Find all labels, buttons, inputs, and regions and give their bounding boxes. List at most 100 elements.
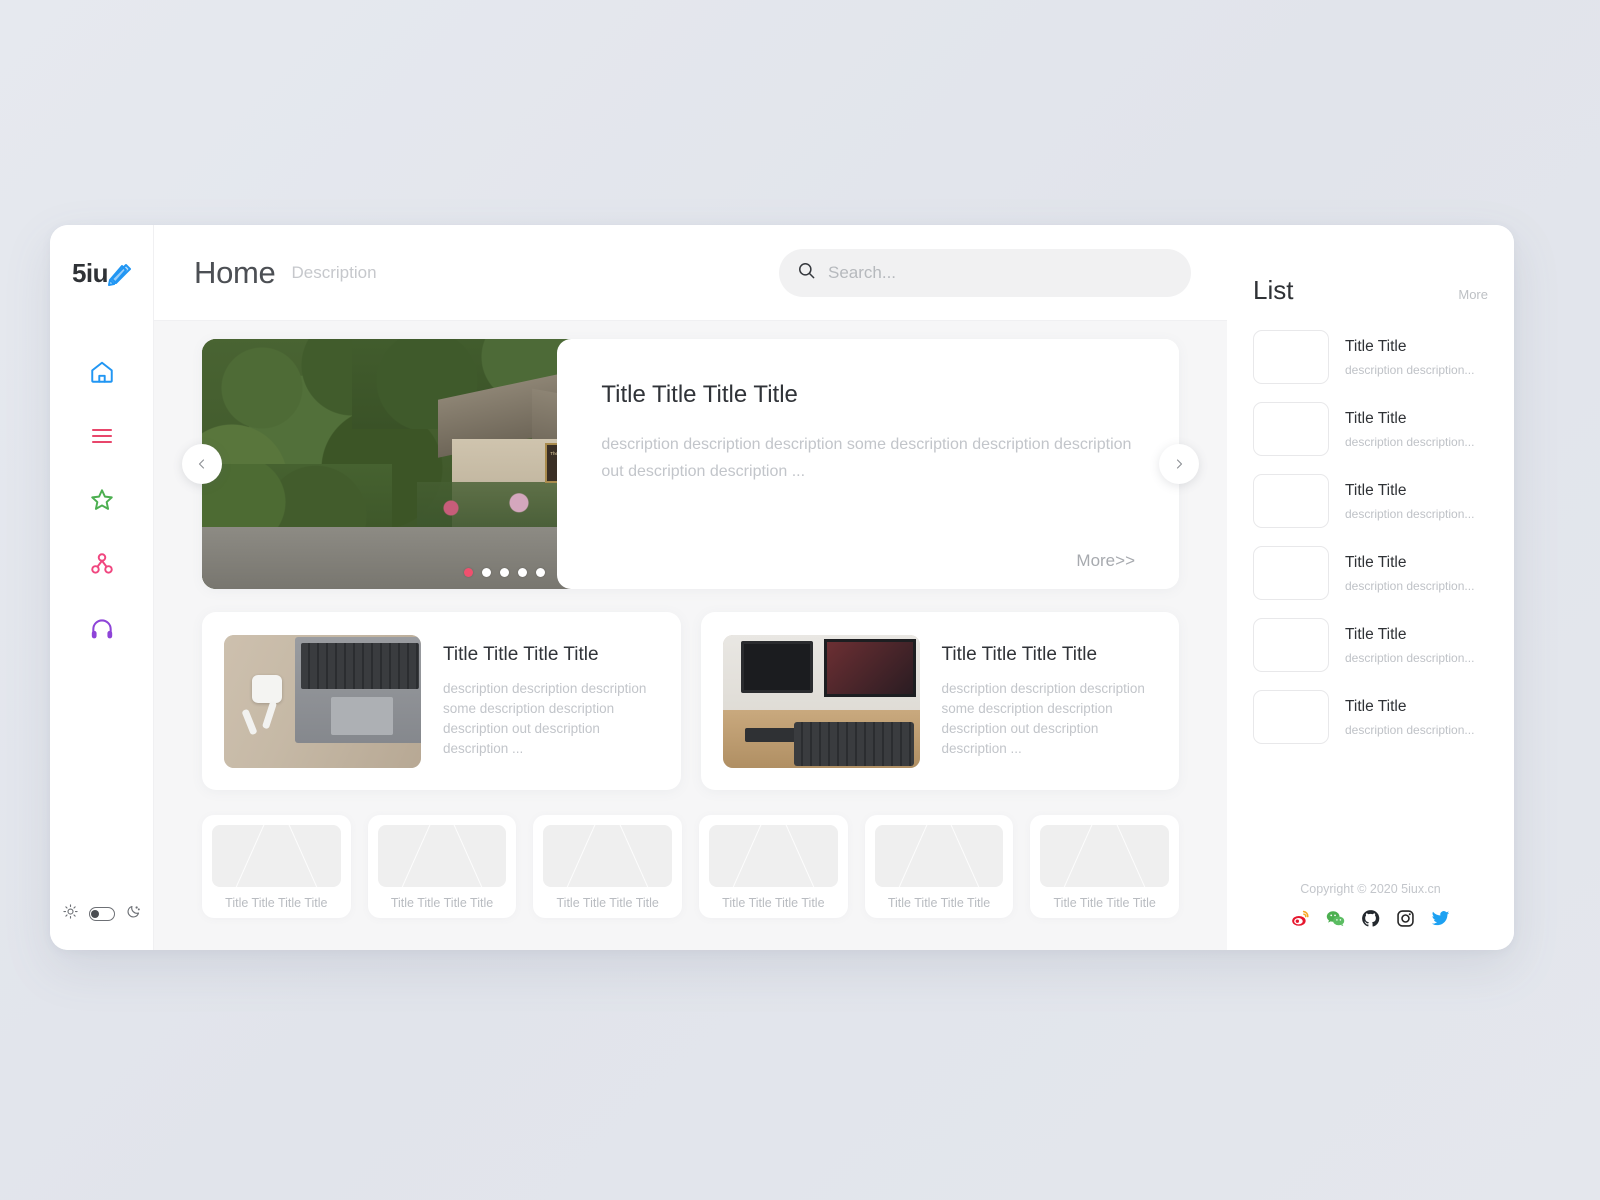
chevron-right-icon xyxy=(1176,459,1183,469)
list-item[interactable]: Title Title description description... xyxy=(1253,402,1488,456)
carousel-next-button[interactable] xyxy=(1159,444,1199,484)
moon-icon[interactable] xyxy=(126,904,141,924)
panel-footer: Copyright © 2020 5iux.cn xyxy=(1253,882,1488,928)
feature-card[interactable]: Title Title Title Title description desc… xyxy=(202,612,681,790)
thumbnail-label: Title Title Title Title xyxy=(390,896,494,910)
sidebar-nav xyxy=(50,357,153,643)
page-subtitle: Description xyxy=(291,262,377,282)
list-item[interactable]: Title Title description description... xyxy=(1253,546,1488,600)
carousel-dot[interactable] xyxy=(464,568,473,577)
hero-card: Title Title Title Title description desc… xyxy=(557,339,1179,589)
theme-toggle-knob xyxy=(91,909,99,918)
image-placeholder-icon xyxy=(1040,825,1170,887)
feature-title: Title Title Title Title xyxy=(941,643,1098,665)
share-icon xyxy=(90,553,113,574)
image-placeholder-icon xyxy=(377,825,507,887)
list-item-thumbnail xyxy=(1253,402,1329,456)
search-input[interactable] xyxy=(828,262,1173,283)
hero-image[interactable]: The Old Post Office xyxy=(202,339,606,589)
carousel-dot[interactable] xyxy=(518,568,527,577)
list-item[interactable]: Title Title description description... xyxy=(1253,330,1488,384)
thumbnail-label: Title Title Title Title xyxy=(1053,896,1156,910)
twitter-icon[interactable] xyxy=(1431,909,1450,928)
github-icon[interactable] xyxy=(1361,909,1380,928)
list-item-description: description description... xyxy=(1345,362,1475,377)
carousel-dot[interactable] xyxy=(482,568,491,577)
thumbnail-card[interactable]: Title Title Title Title xyxy=(1030,815,1180,918)
theme-toggle[interactable] xyxy=(62,904,141,924)
list-item-title: Title Title xyxy=(1345,409,1407,427)
main-column: Home Description Search... The Title Tit… xyxy=(154,225,1227,950)
list-item[interactable]: Title Title description description... xyxy=(1253,690,1488,744)
wechat-icon[interactable] xyxy=(1326,909,1345,928)
page-title: Home xyxy=(194,254,276,290)
list-item-description: description description... xyxy=(1345,434,1475,449)
thumbnail-label: Title Title Title Title xyxy=(556,896,659,910)
thumbnail-label: Title Title Title Title xyxy=(225,896,328,910)
social-links xyxy=(1253,909,1488,928)
thumbnail-grid: Title Title Title Title Title Title Titl… xyxy=(202,815,1180,918)
carousel-dot[interactable] xyxy=(500,568,509,577)
hero-carousel: The Old Post Office Title Title Title Ti… xyxy=(182,339,1199,589)
list-item-title: Title Title xyxy=(1345,553,1407,571)
hero-title: Title Title Title Title xyxy=(601,381,798,408)
list-item-title: Title Title xyxy=(1345,337,1407,355)
content-area: The Old Post Office Title Title Title Ti… xyxy=(154,321,1227,950)
theme-toggle-switch[interactable] xyxy=(88,907,115,921)
sidebar: 5iu xyxy=(50,225,154,950)
image-placeholder-icon xyxy=(212,825,341,887)
feature-image xyxy=(224,634,421,768)
carousel-prev-button[interactable] xyxy=(182,444,222,484)
list-item-thumbnail xyxy=(1253,618,1329,672)
thumbnail-card[interactable]: Title Title Title Title xyxy=(699,815,848,918)
sidebar-item-share[interactable] xyxy=(80,549,124,579)
thumbnail-label: Title Title Title Title xyxy=(887,896,991,910)
carousel-dots xyxy=(464,568,545,577)
feature-card-row: Title Title Title Title description desc… xyxy=(202,612,1179,790)
carousel-dot[interactable] xyxy=(536,568,545,577)
image-placeholder-icon xyxy=(543,825,673,887)
list-item[interactable]: Title Title description description... xyxy=(1253,474,1488,528)
brand-name: 5iu xyxy=(71,258,109,288)
list-item-thumbnail xyxy=(1253,474,1329,528)
home-icon xyxy=(90,361,113,383)
sidebar-item-favorites[interactable] xyxy=(80,485,124,515)
feature-card[interactable]: Title Title Title Title description desc… xyxy=(700,612,1179,790)
pen-ruler-icon xyxy=(105,260,132,286)
hero-description: description description description some… xyxy=(601,436,1132,480)
list-more-link[interactable]: More xyxy=(1458,287,1488,302)
image-placeholder-icon xyxy=(874,825,1004,887)
thumbnail-card[interactable]: Title Title Title Title xyxy=(533,815,683,918)
desktop-background: 5iu Home Description Search... The Title… xyxy=(0,0,1600,1200)
feature-title: Title Title Title Title xyxy=(443,643,599,665)
copyright-text: Copyright © 2020 5iux.cn xyxy=(1300,882,1441,896)
list-item-title: Title Title xyxy=(1345,697,1407,715)
list-panel-header: List More xyxy=(1253,275,1488,306)
weibo-icon[interactable] xyxy=(1291,909,1310,928)
thumbnail-card[interactable]: Title Title Title Title xyxy=(864,815,1014,918)
list-panel: List More Title Title description descri… xyxy=(1227,225,1514,950)
top-bar: Home Description xyxy=(154,225,1227,321)
sun-icon[interactable] xyxy=(62,904,78,924)
search-bar[interactable] xyxy=(779,248,1191,297)
hero-more-link[interactable]: More>> xyxy=(1076,551,1135,571)
list-item-description: description description... xyxy=(1345,578,1475,593)
sidebar-item-audio[interactable] xyxy=(80,613,124,643)
sidebar-item-home[interactable] xyxy=(80,357,124,387)
list-panel-title: List xyxy=(1253,275,1294,305)
list-item[interactable]: Title Title description description... xyxy=(1253,618,1488,672)
search-icon xyxy=(797,261,816,285)
chevron-left-icon xyxy=(198,459,205,469)
brand-logo[interactable]: 5iu xyxy=(50,225,153,321)
thumbnail-card[interactable]: Title Title Title Title xyxy=(202,815,351,918)
list-item-title: Title Title xyxy=(1345,481,1407,499)
feature-description: description description description some… xyxy=(941,680,1145,756)
headphones-icon xyxy=(91,619,112,639)
list-icon xyxy=(91,428,112,444)
app-window: 5iu Home Description Search... The Title… xyxy=(50,225,1514,950)
thumbnail-card[interactable]: Title Title Title Title xyxy=(367,815,517,918)
list-item-thumbnail xyxy=(1253,546,1329,600)
instagram-icon[interactable] xyxy=(1396,909,1415,928)
image-placeholder-icon xyxy=(709,825,838,887)
sidebar-item-list[interactable] xyxy=(80,421,124,451)
